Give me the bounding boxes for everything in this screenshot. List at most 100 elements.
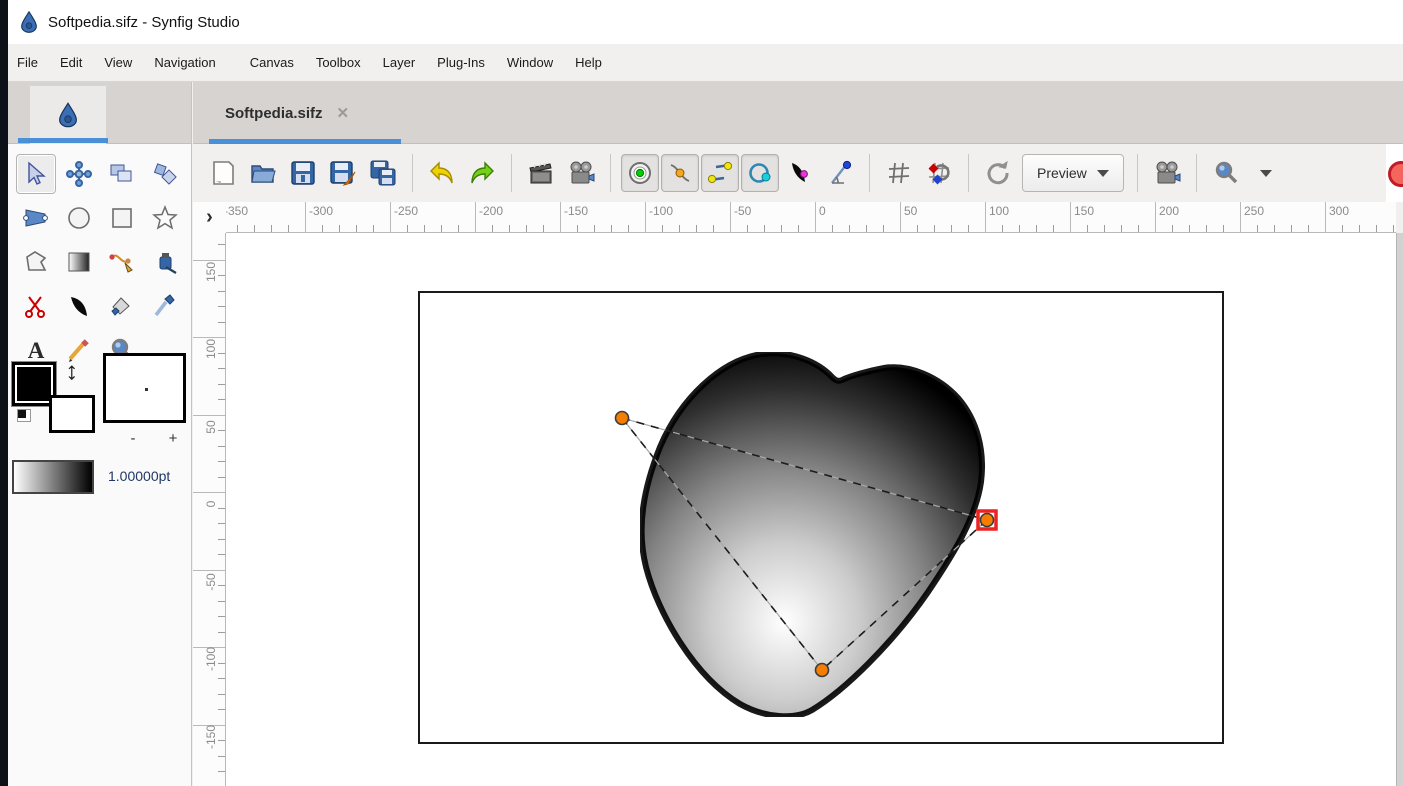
menu-canvas[interactable]: Canvas <box>239 49 305 76</box>
save-all-button[interactable] <box>364 154 402 192</box>
toggle-width-handles-button[interactable] <box>781 154 819 192</box>
save-file-button[interactable] <box>284 154 322 192</box>
cutout-tool-icon <box>23 293 49 319</box>
preview-film-camera-icon <box>567 159 595 187</box>
render-camera-button[interactable] <box>1148 154 1186 192</box>
width-tool-button[interactable] <box>59 286 99 326</box>
eyedrop-tool-button[interactable] <box>145 286 185 326</box>
zoom-dropdown-button[interactable] <box>1247 154 1285 192</box>
increase-brush-button[interactable]: + <box>163 430 183 447</box>
toggle-angle-handles-button[interactable] <box>821 154 859 192</box>
toolbox-tab[interactable] <box>30 86 106 144</box>
vertex-handle-1[interactable] <box>616 412 629 425</box>
menu-navigation[interactable]: Navigation <box>143 49 226 76</box>
ruler-corner-toggle[interactable]: › <box>193 202 226 233</box>
menu-plugins[interactable]: Plug-Ins <box>426 49 496 76</box>
tab-close-icon[interactable]: ✕ <box>337 104 350 122</box>
synfig-studio-window: Softpedia.sifz - Synfig Studio FileEditV… <box>0 0 1403 786</box>
zoom-fit-icon <box>1213 160 1239 186</box>
v-ruler-label: 100 <box>204 332 218 366</box>
preview-label: Preview <box>1037 165 1087 181</box>
rectangle-tool-button[interactable] <box>102 198 142 238</box>
toggle-vertex-handles-button[interactable] <box>661 154 699 192</box>
vertex-handle-3[interactable] <box>816 664 829 677</box>
ruler-tick <box>1257 225 1258 232</box>
new-file-button[interactable] <box>204 154 242 192</box>
canvas-workspace[interactable] <box>226 233 1396 786</box>
refresh-canvas-button[interactable] <box>979 154 1017 192</box>
zoom-fit-button[interactable] <box>1207 154 1245 192</box>
ruler-tick <box>1087 225 1088 232</box>
mirror-tool-button[interactable] <box>102 154 142 194</box>
vertex-handle-2[interactable] <box>981 514 994 527</box>
toggle-grid-button[interactable] <box>880 154 918 192</box>
synfig-app-icon <box>20 11 38 33</box>
preview-dropdown-button[interactable]: Preview <box>1022 154 1124 192</box>
ruler-tick <box>288 225 289 232</box>
smooth-move-tool-icon <box>66 161 92 187</box>
polygon-tool-button[interactable] <box>16 242 56 282</box>
toggle-tangent-handles-button[interactable] <box>701 154 739 192</box>
ruler-tick <box>407 225 408 232</box>
menu-edit[interactable]: Edit <box>49 49 93 76</box>
new-file-icon <box>209 159 237 187</box>
v-ruler-label: -100 <box>204 642 218 676</box>
circle-tool-button[interactable] <box>59 198 99 238</box>
spline-tool-button[interactable] <box>102 242 142 282</box>
draw-tool-icon <box>152 249 178 275</box>
default-gradient-swatch[interactable] <box>12 460 94 494</box>
menu-window[interactable]: Window <box>496 49 564 76</box>
screen-edge-strip <box>0 0 8 786</box>
star-tool-button[interactable] <box>145 198 185 238</box>
reset-colors-icon[interactable] <box>18 410 30 421</box>
menu-bar: FileEditViewNavigation CanvasToolboxLayer… <box>0 44 1403 82</box>
ruler-tick <box>747 225 748 232</box>
redo-button[interactable] <box>463 154 501 192</box>
cutout-tool-button[interactable] <box>16 286 56 326</box>
record-button[interactable] <box>1388 161 1403 187</box>
decrease-brush-button[interactable]: - <box>123 430 143 447</box>
ruler-tick <box>883 225 884 232</box>
h-ruler-label: 0 <box>819 204 826 218</box>
fill-color-swatch[interactable] <box>49 395 95 433</box>
ruler-tick <box>849 225 850 232</box>
ruler-tick <box>218 632 225 633</box>
swap-colors-icon[interactable]: ⤡ <box>62 363 82 383</box>
undo-button[interactable] <box>423 154 461 192</box>
ruler-tick <box>218 477 225 478</box>
toggle-radius-handles-button[interactable] <box>741 154 779 192</box>
toggle-position-handles-button[interactable] <box>621 154 659 192</box>
h-ruler-label: -200 <box>479 204 503 218</box>
save-all-icon <box>369 159 397 187</box>
menu-toolbox[interactable]: Toolbox <box>305 49 372 76</box>
ruler-tick <box>356 225 357 232</box>
menu-help[interactable]: Help <box>564 49 613 76</box>
smooth-move-tool-button[interactable] <box>59 154 99 194</box>
fill-tool-button[interactable] <box>102 286 142 326</box>
toolbox-panel: A ⤡ - + 1.00000pt <box>8 82 192 786</box>
canvas-tab[interactable]: Softpedia.sifz ✕ <box>211 82 363 144</box>
ruler-tick <box>218 539 225 540</box>
scale-tool-button[interactable] <box>16 198 56 238</box>
render-clapperboard-button[interactable] <box>522 154 560 192</box>
ruler-tick <box>1393 225 1394 232</box>
chevron-down-icon <box>1097 170 1109 177</box>
preview-film-camera-button[interactable] <box>562 154 600 192</box>
menu-file[interactable]: File <box>6 49 49 76</box>
vertical-scrollbar[interactable] <box>1396 233 1403 786</box>
rotate-tool-button[interactable] <box>145 154 185 194</box>
toolbox-tab-strip <box>8 82 191 144</box>
save-as-button[interactable] <box>324 154 362 192</box>
menu-view[interactable]: View <box>93 49 143 76</box>
gradient-tool-button[interactable] <box>59 242 99 282</box>
ruler-tick <box>218 756 225 757</box>
h-ruler-label: 300 <box>1329 204 1349 218</box>
draw-tool-button[interactable] <box>145 242 185 282</box>
transform-tool-button[interactable] <box>16 154 56 194</box>
ruler-tick <box>390 202 391 233</box>
ruler-tick <box>475 202 476 233</box>
open-file-button[interactable] <box>244 154 282 192</box>
menu-layer[interactable]: Layer <box>372 49 427 76</box>
brush-preview[interactable] <box>103 353 186 423</box>
toggle-snap-grid-button[interactable] <box>920 154 958 192</box>
